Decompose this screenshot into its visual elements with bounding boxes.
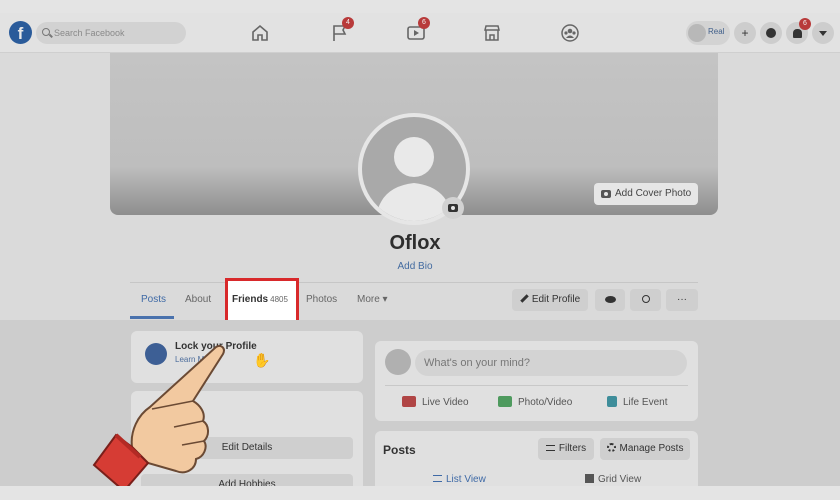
life-event-label: Life Event: [623, 397, 668, 408]
composer-avatar: [385, 349, 411, 375]
user-avatar: [688, 24, 706, 42]
tab-friends[interactable]: Friends 4805: [232, 294, 288, 305]
create-plus-button[interactable]: +: [734, 22, 756, 44]
messenger-icon: [766, 28, 776, 38]
user-profile-chip[interactable]: Real: [686, 21, 730, 45]
photo-video-label: Photo/Video: [518, 397, 573, 408]
update-profile-picture-button[interactable]: [442, 197, 464, 219]
gear-icon: [606, 443, 616, 452]
add-cover-photo-button[interactable]: Add Cover Photo: [594, 183, 698, 205]
screenshot-bottom-border: [0, 486, 840, 500]
search-icon: [42, 28, 50, 36]
profile-name: Oflox: [389, 232, 441, 254]
posts-title: Posts: [383, 443, 416, 457]
pages-badge: 4: [342, 17, 354, 29]
notifications-button[interactable]: 6: [786, 18, 811, 44]
grid-view-label: Grid View: [598, 474, 642, 485]
post-composer-card: What's on your mind? Live Video Photo/Vi…: [375, 341, 698, 421]
facebook-profile-page: f Search Facebook 4 6 Real + 6 Add Cover…: [0, 13, 840, 486]
manage-posts-label: Manage Posts: [619, 443, 684, 454]
notifications-badge: 6: [799, 18, 811, 30]
active-tab-underline: [130, 316, 174, 319]
manage-posts-button[interactable]: Manage Posts: [600, 438, 690, 460]
sliders-icon: [545, 445, 555, 451]
marketplace-icon[interactable]: [482, 23, 502, 43]
tab-about[interactable]: About: [185, 294, 211, 305]
edit-profile-button[interactable]: Edit Profile: [512, 289, 588, 311]
list-view-label: List View: [446, 474, 486, 485]
composer-divider: [385, 385, 688, 386]
filters-label: Filters: [558, 443, 587, 454]
tab-posts[interactable]: Posts: [141, 294, 166, 305]
search-icon: [641, 295, 650, 303]
pages-flag-icon[interactable]: 4: [330, 17, 354, 43]
tabs-divider: [130, 282, 698, 283]
pointing-hand-icon: [92, 344, 225, 486]
watch-video-icon[interactable]: 6: [406, 17, 430, 43]
eye-icon: [604, 296, 616, 303]
whats-on-your-mind-input[interactable]: What's on your mind?: [415, 350, 687, 376]
watch-badge: 6: [418, 17, 430, 29]
live-video-button[interactable]: Live Video: [402, 396, 469, 408]
add-bio-link[interactable]: Add Bio: [380, 261, 450, 272]
camera-icon: [601, 190, 611, 198]
search-placeholder: Search Facebook: [54, 28, 125, 38]
search-input[interactable]: Search Facebook: [36, 22, 186, 44]
tab-photos[interactable]: Photos: [306, 294, 337, 305]
friends-count: 4805: [270, 295, 288, 304]
live-video-label: Live Video: [422, 397, 469, 408]
camera-icon: [448, 204, 458, 212]
tab-friends-label: Friends: [232, 294, 269, 305]
add-cover-photo-label: Add Cover Photo: [615, 188, 692, 199]
live-video-icon: [402, 396, 416, 407]
groups-icon[interactable]: [560, 23, 580, 43]
top-navigation-bar: f Search Facebook 4 6 Real + 6: [0, 13, 840, 53]
pencil-icon: [520, 294, 529, 303]
user-name: Real: [708, 27, 725, 36]
waving-hand-icon: ✋: [253, 352, 271, 368]
grid-view-tab[interactable]: Grid View: [585, 474, 641, 485]
filters-button[interactable]: Filters: [538, 438, 594, 460]
profile-search-button[interactable]: [630, 289, 661, 311]
messenger-button[interactable]: [760, 22, 782, 44]
life-event-button[interactable]: Life Event: [607, 396, 667, 408]
list-view-tab[interactable]: List View: [433, 474, 486, 485]
view-as-button[interactable]: [595, 289, 625, 311]
more-options-button[interactable]: ···: [666, 289, 698, 311]
flag-icon: [607, 396, 617, 407]
edit-profile-label: Edit Profile: [531, 294, 581, 305]
photo-video-button[interactable]: Photo/Video: [498, 396, 572, 408]
screenshot-top-border: [0, 0, 840, 13]
facebook-logo[interactable]: f: [9, 21, 32, 44]
caret-down-icon: [819, 31, 827, 36]
photo-icon: [498, 396, 512, 407]
list-icon: [433, 475, 442, 482]
home-icon[interactable]: [250, 23, 270, 43]
account-menu-button[interactable]: [812, 22, 834, 44]
bell-icon: [792, 29, 802, 38]
posts-card: Posts Filters Manage Posts List View Gri…: [375, 431, 698, 486]
tab-more[interactable]: More ▾: [357, 294, 388, 305]
grid-icon: [585, 474, 594, 483]
